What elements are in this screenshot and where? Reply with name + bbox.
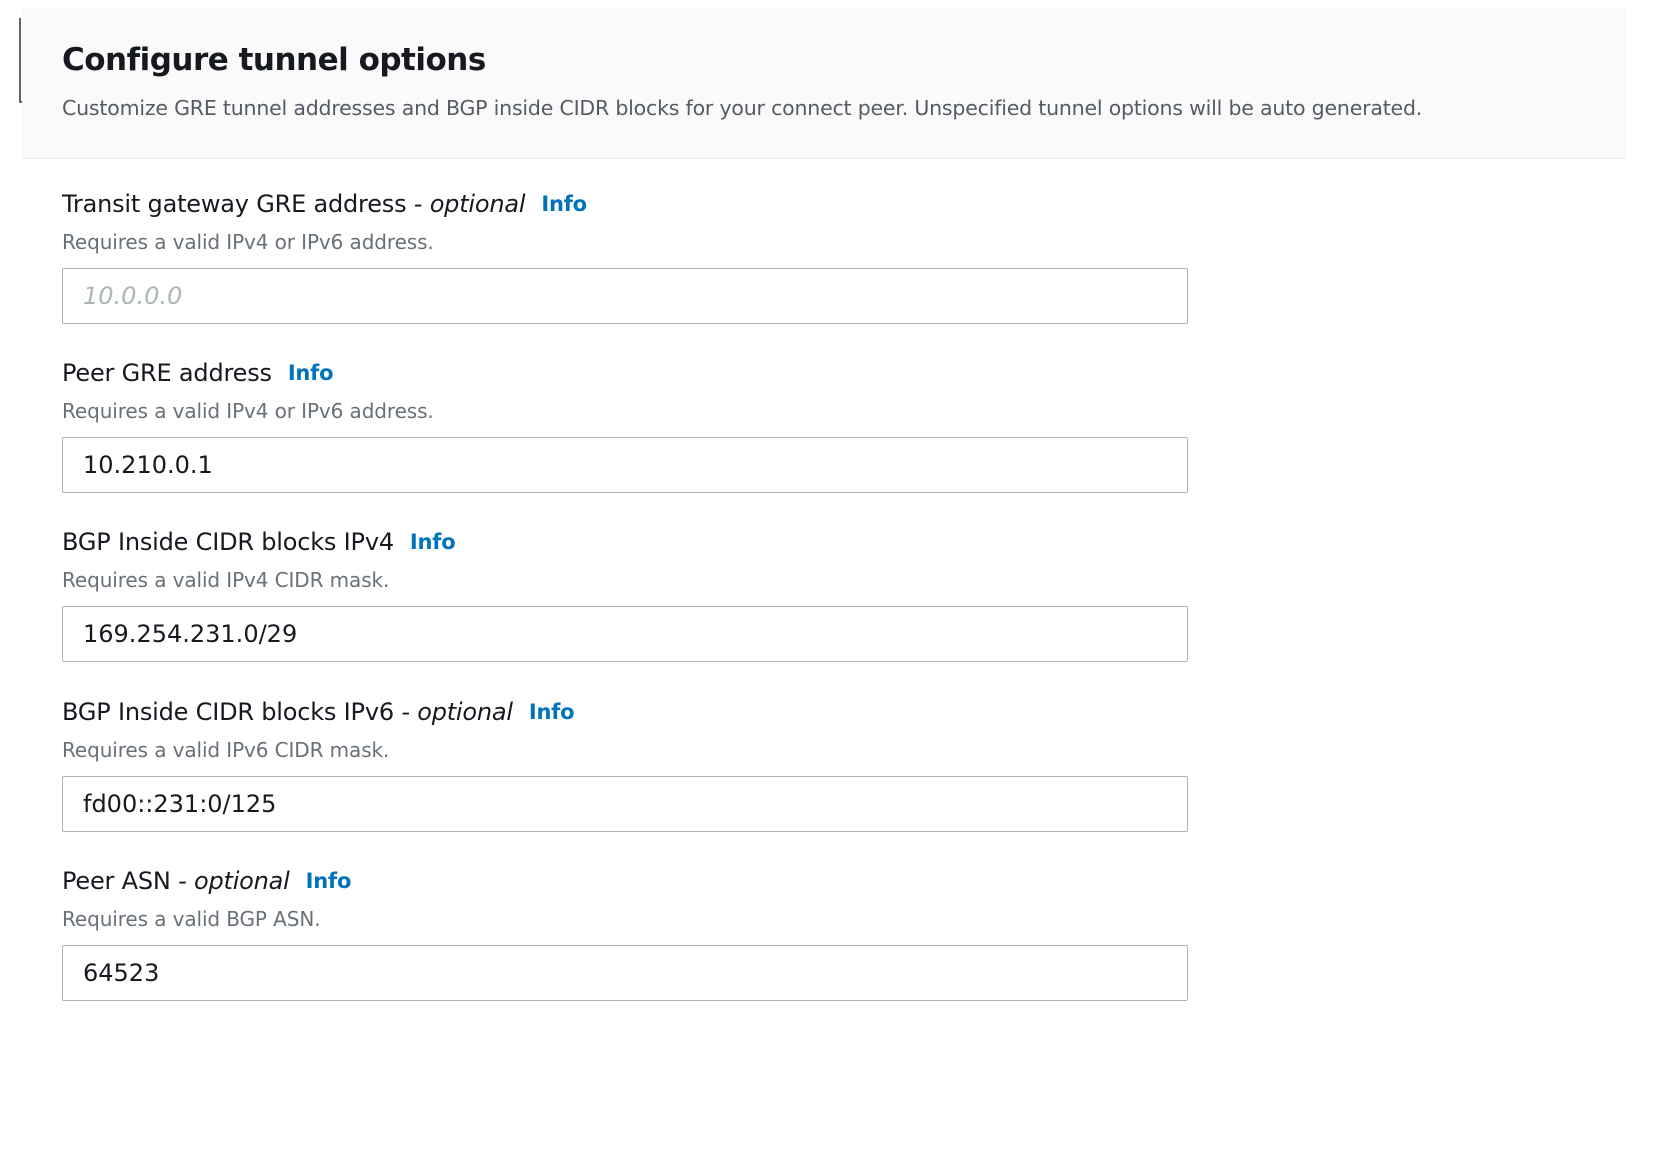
field-hint: Requires a valid IPv4 or IPv6 address. [62, 230, 434, 254]
panel-header: Configure tunnel options Customize GRE t… [22, 8, 1626, 159]
transit-gateway-gre-address-input[interactable] [62, 268, 1188, 324]
info-link[interactable]: Info [288, 361, 334, 385]
info-link[interactable]: Info [541, 192, 587, 216]
field-hint: Requires a valid IPv4 or IPv6 address. [62, 399, 434, 423]
bgp-inside-cidr-ipv6-input[interactable] [62, 776, 1188, 832]
field-label-text: BGP Inside CIDR blocks IPv6 [62, 698, 394, 726]
info-link[interactable]: Info [306, 869, 352, 893]
tunnel-options-panel: Configure tunnel options Customize GRE t… [22, 8, 1626, 1090]
panel-description: Customize GRE tunnel addresses and BGP i… [62, 96, 1423, 120]
field-label-text: BGP Inside CIDR blocks IPv4 [62, 528, 394, 556]
field-label: Peer GRE address Info [62, 359, 334, 387]
optional-suffix: - optional [406, 190, 526, 218]
peer-gre-address-input[interactable] [62, 437, 1188, 493]
field-label: BGP Inside CIDR blocks IPv6 - optional In… [62, 698, 575, 726]
info-link[interactable]: Info [529, 700, 575, 724]
field-label: BGP Inside CIDR blocks IPv4 Info [62, 528, 456, 556]
field-label-text: Transit gateway GRE address [62, 190, 407, 218]
peer-asn-input[interactable] [62, 945, 1188, 1001]
field-hint: Requires a valid BGP ASN. [62, 907, 321, 931]
field-hint: Requires a valid IPv6 CIDR mask. [62, 738, 390, 762]
field-label-text: Peer ASN [62, 867, 171, 895]
panel-title: Configure tunnel options [62, 42, 486, 78]
bgp-inside-cidr-ipv4-input[interactable] [62, 606, 1188, 662]
info-link[interactable]: Info [410, 530, 456, 554]
field-label-text: Peer GRE address [62, 359, 272, 387]
optional-suffix: - optional [170, 867, 290, 895]
field-label: Transit gateway GRE address - optional In… [62, 190, 587, 218]
field-label: Peer ASN - optional Info [62, 867, 351, 895]
field-hint: Requires a valid IPv4 CIDR mask. [62, 568, 390, 592]
optional-suffix: - optional [393, 698, 513, 726]
